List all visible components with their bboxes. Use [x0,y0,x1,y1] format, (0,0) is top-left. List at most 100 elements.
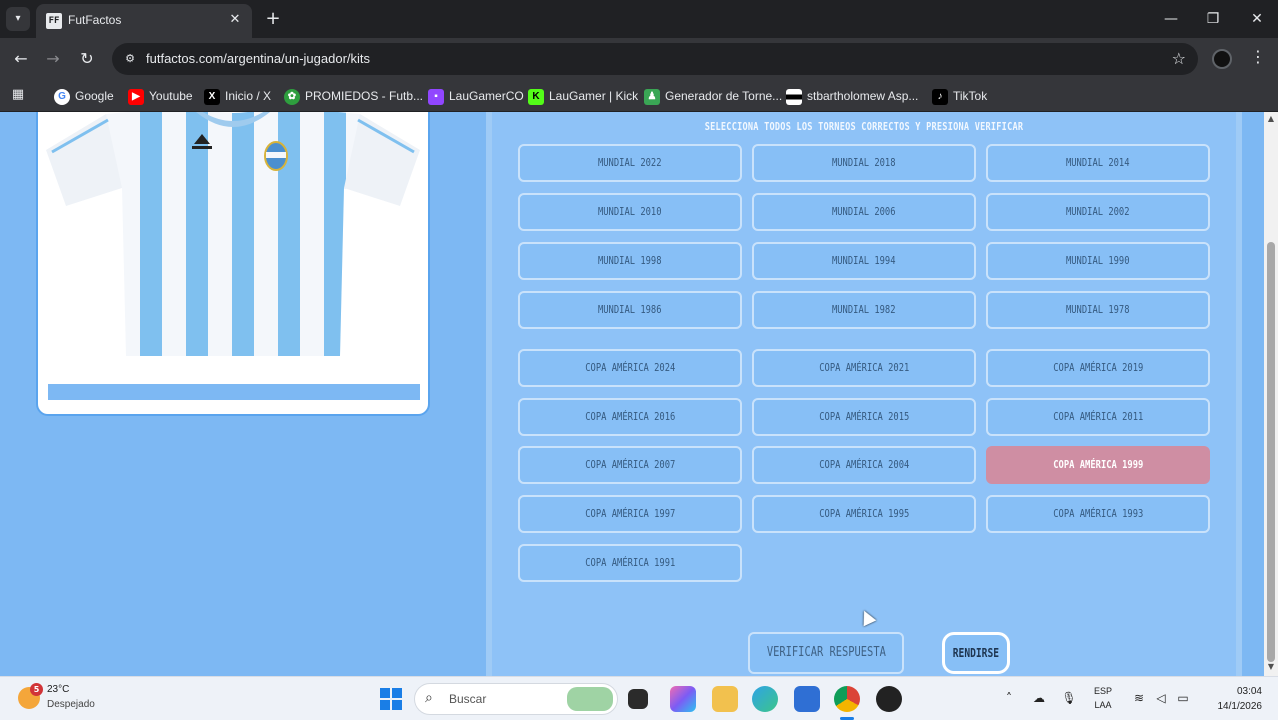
bookmark-stbartholomew[interactable]: stbartholomew Asp... [786,86,918,106]
option-mundial-2022[interactable]: MUNDIAL 2022 [518,144,742,182]
apps-grid-icon[interactable]: ▦ [10,87,26,103]
file-explorer-icon[interactable] [712,686,738,712]
option-copa-america-1999[interactable]: COPA AMÉRICA 1999 [986,446,1210,484]
option-copa-america-2024[interactable]: COPA AMÉRICA 2024 [518,349,742,387]
battery-icon[interactable]: ▭ [1174,689,1192,707]
option-copa-america-1993[interactable]: COPA AMÉRICA 1993 [986,495,1210,533]
option-label: MUNDIAL 2002 [1066,205,1130,218]
tiktok-icon: ♪ [932,88,948,105]
page-scrollbar[interactable]: ▲ ▼ [1264,112,1278,676]
menu-dots-icon[interactable]: ⋮ [1250,47,1266,66]
option-copa-america-2011[interactable]: COPA AMÉRICA 2011 [986,398,1210,436]
option-copa-america-1995[interactable]: COPA AMÉRICA 1995 [752,495,976,533]
generator-icon: ♟ [644,88,660,105]
option-label: COPA AMÉRICA 2011 [1052,410,1144,423]
option-mundial-2010[interactable]: MUNDIAL 2010 [518,193,742,231]
option-label: MUNDIAL 2014 [1066,156,1130,169]
option-label: MUNDIAL 1990 [1066,254,1130,267]
search-highlight-icon [567,687,613,711]
start-button[interactable] [380,688,402,710]
windows-taskbar: 5 23°C Despejado ⌕ Buscar ˄ ☁ 🎙 ESP LAA … [0,676,1278,720]
option-mundial-1994[interactable]: MUNDIAL 1994 [752,242,976,280]
bookmark-google[interactable]: G Google [54,86,114,106]
option-label: COPA AMÉRICA 1997 [584,507,676,520]
verify-answer-button[interactable]: VERIFICAR RESPUESTA [748,632,904,674]
chrome-icon[interactable] [834,686,860,712]
bookmark-laugamerco[interactable]: ▪ LauGamerCO [428,86,524,106]
tab-futfactos[interactable]: FF FutFactos ✕ [36,4,252,38]
option-mundial-2018[interactable]: MUNDIAL 2018 [752,144,976,182]
option-mundial-1986[interactable]: MUNDIAL 1986 [518,291,742,329]
option-copa-america-2021[interactable]: COPA AMÉRICA 2021 [752,349,976,387]
kit-caption-strip [48,384,420,400]
tab-strip: ▾ FF FutFactos ✕ + — ❐ ✕ [0,0,1278,38]
restore-button[interactable]: ❐ [1198,8,1228,30]
close-window-button[interactable]: ✕ [1242,8,1272,30]
profile-avatar[interactable] [1212,49,1232,69]
cloud-icon[interactable]: ☁ [1030,689,1048,707]
instruction-text: SELECCIONA TODOS LOS TORNEOS CORRECTOS Y… [704,120,1024,133]
promiedos-icon: ✿ [284,88,300,105]
option-mundial-2014[interactable]: MUNDIAL 2014 [986,144,1210,182]
tab-close-icon[interactable]: ✕ [226,11,244,29]
youtube-icon: ▶ [128,88,144,105]
option-copa-america-2019[interactable]: COPA AMÉRICA 2019 [986,349,1210,387]
bookmark-x[interactable]: X Inicio / X [204,86,271,106]
new-tab-button[interactable]: + [262,8,284,30]
tray-overflow-icon[interactable]: ˄ [1000,689,1018,707]
option-mundial-2002[interactable]: MUNDIAL 2002 [986,193,1210,231]
volume-icon[interactable]: ◁ [1152,689,1170,707]
microphone-icon[interactable]: 🎙 [1060,689,1078,707]
option-mundial-1990[interactable]: MUNDIAL 1990 [986,242,1210,280]
bookmark-label: Inicio / X [225,89,272,103]
game-app-icon[interactable] [876,686,902,712]
store-icon[interactable] [794,686,820,712]
wifi-icon[interactable]: ≋ [1130,689,1148,707]
option-label: COPA AMÉRICA 2004 [818,458,910,471]
option-copa-america-1991[interactable]: COPA AMÉRICA 1991 [518,544,742,582]
option-label: MUNDIAL 1998 [598,254,662,267]
copilot-icon[interactable] [670,686,696,712]
forward-button[interactable]: → [42,48,64,70]
bookmark-tiktok[interactable]: ♪ TikTok [932,86,987,106]
back-button[interactable]: ← [10,48,32,70]
option-copa-america-2015[interactable]: COPA AMÉRICA 2015 [752,398,976,436]
bookmark-star-icon[interactable]: ☆ [1172,49,1186,68]
option-mundial-1978[interactable]: MUNDIAL 1978 [986,291,1210,329]
tab-search-button[interactable]: ▾ [6,7,30,31]
option-copa-america-2007[interactable]: COPA AMÉRICA 2007 [518,446,742,484]
system-clock[interactable]: 03:04 14/1/2026 [1206,684,1263,714]
option-copa-america-2016[interactable]: COPA AMÉRICA 2016 [518,398,742,436]
weather-description[interactable]: Despejado [47,699,95,710]
give-up-button[interactable]: RENDIRSE [942,632,1010,674]
option-copa-america-2004[interactable]: COPA AMÉRICA 2004 [752,446,976,484]
bookmarks-bar: ▦ G Google ▶ Youtube X Inicio / X ✿ PROMIEDO… [0,80,1278,112]
bookmark-label: Generador de Torne... [665,89,783,103]
google-icon: G [54,88,70,105]
language-indicator[interactable]: ESP LAA [1094,684,1112,712]
bookmark-promiedos[interactable]: ✿ PROMIEDOS - Futb... [284,86,423,106]
scroll-up-icon[interactable]: ▲ [1266,114,1276,124]
task-view-icon[interactable] [628,689,648,709]
option-mundial-1982[interactable]: MUNDIAL 1982 [752,291,976,329]
site-info-icon[interactable]: ⚙ [122,51,138,67]
bookmark-label: Google [75,89,114,103]
option-label: COPA AMÉRICA 2015 [818,410,910,423]
minimize-button[interactable]: — [1156,8,1186,30]
weather-temperature[interactable]: 23°C [47,684,69,695]
bookmark-generador[interactable]: ♟ Generador de Torne... [644,86,782,106]
url-text[interactable]: futfactos.com/argentina/un-jugador/kits [146,51,370,66]
tab-title: FutFactos [68,13,122,27]
bookmark-label: TikTok [953,89,988,103]
scroll-thumb[interactable] [1267,242,1275,662]
option-copa-america-1997[interactable]: COPA AMÉRICA 1997 [518,495,742,533]
scroll-down-icon[interactable]: ▼ [1266,662,1276,672]
bookmark-youtube[interactable]: ▶ Youtube [128,86,193,106]
taskbar-search[interactable]: ⌕ Buscar [414,683,618,715]
bookmark-kick[interactable]: K LauGamer | Kick [528,86,638,106]
address-bar[interactable]: ⚙ futfactos.com/argentina/un-jugador/kit… [112,43,1198,75]
option-mundial-2006[interactable]: MUNDIAL 2006 [752,193,976,231]
reload-button[interactable]: ↻ [76,48,98,70]
edge-icon[interactable] [752,686,778,712]
option-mundial-1998[interactable]: MUNDIAL 1998 [518,242,742,280]
